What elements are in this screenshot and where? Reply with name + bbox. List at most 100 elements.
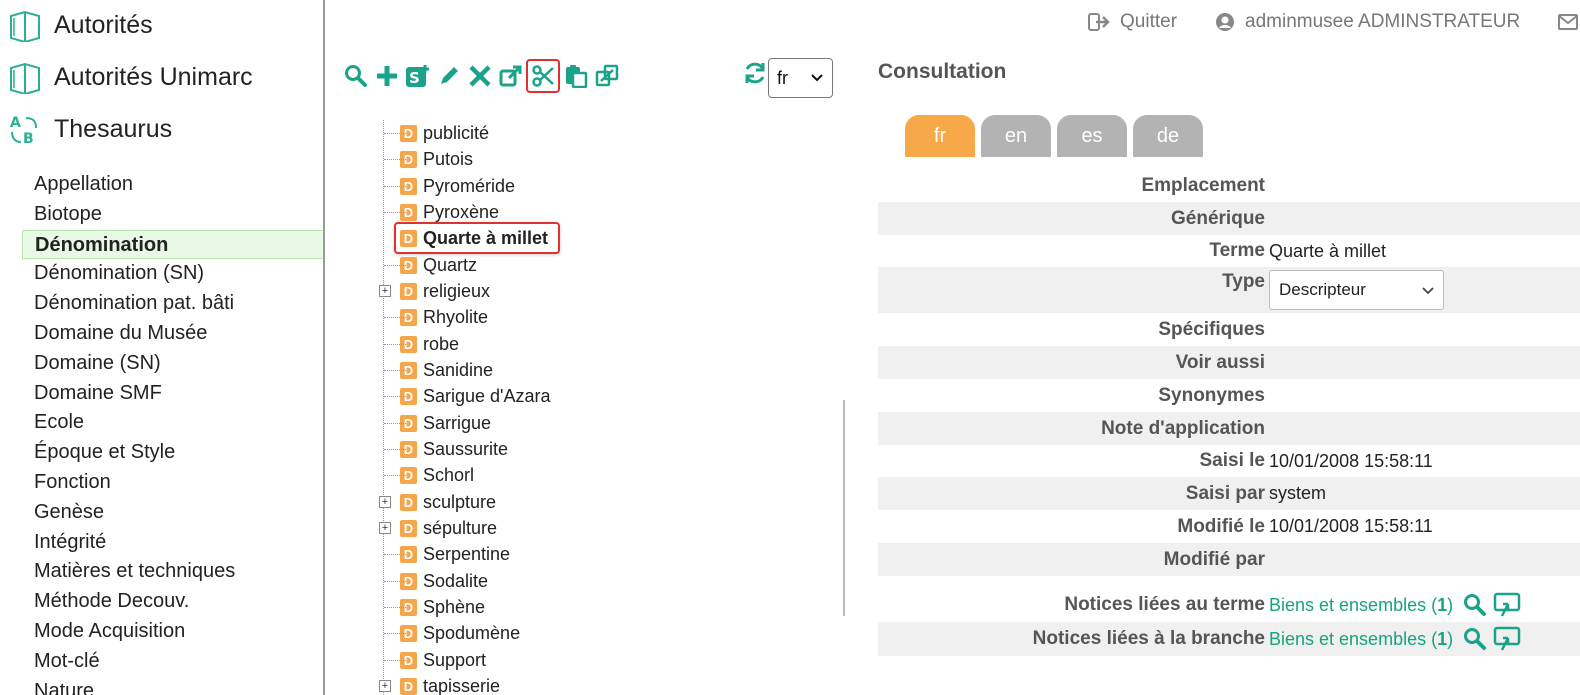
mail-button[interactable] (1558, 14, 1580, 30)
add-button[interactable] (371, 61, 402, 92)
tree-node[interactable]: D Saussurite (384, 436, 508, 462)
thesaurus-item[interactable]: Dénomination (SN) (22, 259, 323, 289)
tree-node[interactable]: D Serpentine (384, 541, 510, 567)
module-thesaurus[interactable]: AB Thesaurus (8, 109, 172, 149)
tree-node[interactable]: D Support (384, 647, 487, 673)
consultation-title: Consultation (878, 60, 1007, 83)
tab-es[interactable]: es (1057, 115, 1127, 157)
tree-node-label: Support (423, 649, 487, 670)
tree-node[interactable]: D Sphène (384, 594, 485, 620)
search-icon[interactable] (1463, 593, 1487, 617)
tree-node-label: sculpture (423, 491, 497, 512)
delete-button[interactable] (464, 61, 495, 92)
expand-icon[interactable]: + (379, 496, 391, 508)
tree-node[interactable]: D Sarrigue (384, 410, 491, 436)
tab-en[interactable]: en (981, 115, 1051, 157)
tree-node[interactable]: D Spodumène (384, 620, 520, 646)
tree-node[interactable]: Drobe (384, 331, 459, 357)
tree-guide-line (383, 120, 384, 695)
thesaurus-item[interactable]: Fonction (22, 468, 323, 498)
svg-text:B: B (23, 131, 34, 146)
descriptor-badge-icon: D (400, 519, 417, 537)
add-specific-button[interactable]: S (402, 61, 433, 92)
row-note-application: Note d'application (878, 412, 1580, 445)
thesaurus-item-active[interactable]: Dénomination (22, 229, 323, 260)
tree-node[interactable]: D Schorl (384, 462, 474, 488)
thesaurus-item[interactable]: Domaine SMF (22, 379, 323, 409)
thesaurus-item[interactable]: Genèse (22, 498, 323, 528)
thesaurus-item[interactable]: Ecole (22, 408, 323, 438)
tree-node[interactable]: + Dtapisserie (379, 673, 500, 695)
module-autorites[interactable]: Autorités (8, 5, 153, 45)
tree-node[interactable]: Dpublicité (384, 120, 489, 146)
tree-node[interactable]: + Dsculpture (379, 489, 497, 515)
tree-node-selected[interactable]: D Quarte à millet (394, 222, 561, 254)
module-autorites-unimarc[interactable]: Autorités Unimarc (8, 57, 253, 97)
field-label: Notices liées à la branche (1032, 628, 1265, 649)
delete-icon (468, 65, 491, 87)
tree-node[interactable]: + Dreligieux (379, 278, 490, 304)
export-icon[interactable] (1493, 626, 1521, 652)
tree-node-label: Quartz (423, 254, 478, 275)
row-spacer (878, 576, 1580, 588)
link-count: 1 (1437, 594, 1448, 615)
edit-button[interactable] (433, 61, 464, 92)
move-button[interactable] (591, 61, 622, 92)
tree-node-label: sépulture (423, 517, 498, 538)
descriptor-badge-icon: D (400, 493, 417, 511)
tree-node[interactable]: D Rhyolite (384, 304, 489, 330)
open-external-icon (499, 65, 521, 87)
thesaurus-item[interactable]: Intégrité (22, 528, 323, 558)
paste-button[interactable] (560, 61, 591, 92)
field-value: 10/01/2008 15:58:11 (1269, 516, 1433, 536)
tree-node[interactable]: D Sodalite (384, 568, 488, 594)
thesaurus-item[interactable]: Biotope (22, 200, 323, 230)
cut-icon (532, 65, 554, 87)
expand-icon[interactable]: + (379, 680, 391, 692)
panel-splitter[interactable] (843, 400, 845, 616)
tree-node-label: Putois (423, 148, 474, 169)
field-label: Note d'application (1101, 417, 1265, 439)
tree-node[interactable]: D Pyroméride (384, 173, 515, 199)
tree-node[interactable]: D Sarigue d'Azara (384, 383, 551, 409)
thesaurus-item[interactable]: Méthode Decouv. (22, 587, 323, 617)
expand-icon[interactable]: + (379, 285, 391, 297)
link-close: ) (1447, 594, 1454, 615)
thesaurus-item[interactable]: Appellation (22, 170, 323, 200)
row-generique: Générique (878, 202, 1580, 235)
thesaurus-item[interactable]: Mode Acquisition (22, 617, 323, 647)
row-saisi-par: Saisi par system (878, 477, 1580, 510)
language-select[interactable]: fr (768, 58, 833, 98)
tab-de[interactable]: de (1133, 115, 1203, 157)
tree-node[interactable]: D Putois (384, 146, 474, 172)
type-select[interactable]: Descripteur (1269, 270, 1444, 310)
notices-terme-link[interactable]: Biens et ensembles (1) (1269, 595, 1453, 616)
tab-fr[interactable]: fr (905, 115, 975, 157)
tree-node-label: Rhyolite (423, 306, 489, 327)
tree-node[interactable]: D Sanidine (384, 357, 493, 383)
refresh-button[interactable] (742, 60, 768, 86)
open-external-button[interactable] (495, 61, 526, 92)
thesaurus-item[interactable]: Dénomination pat. bâti (22, 289, 323, 319)
expand-icon[interactable]: + (379, 522, 391, 534)
link-close: ) (1447, 628, 1454, 649)
notices-branche-link[interactable]: Biens et ensembles (1) (1269, 629, 1453, 650)
thesaurus-item[interactable]: Nature (22, 677, 323, 695)
thesaurus-item[interactable]: Matières et techniques (22, 557, 323, 587)
tree-node[interactable]: D Quartz (384, 252, 478, 278)
quit-button[interactable]: Quitter (1088, 11, 1177, 33)
search-button[interactable] (340, 61, 371, 92)
field-label: Modifié par (1163, 548, 1265, 570)
export-icon[interactable] (1493, 592, 1521, 618)
search-icon[interactable] (1463, 627, 1487, 651)
user-menu[interactable]: adminmusee ADMINSTRATEUR (1215, 11, 1520, 33)
thesaurus-item[interactable]: Domaine (SN) (22, 349, 323, 379)
thesaurus-item[interactable]: Domaine du Musée (22, 319, 323, 349)
svg-text:S: S (409, 69, 420, 87)
tree-node[interactable]: + Dsépulture (379, 515, 498, 541)
book-icon (8, 8, 42, 44)
thesaurus-item[interactable]: Mot-clé (22, 647, 323, 677)
thesaurus-item[interactable]: Époque et Style (22, 438, 323, 468)
cut-button[interactable] (526, 59, 560, 93)
mail-icon (1558, 14, 1579, 30)
